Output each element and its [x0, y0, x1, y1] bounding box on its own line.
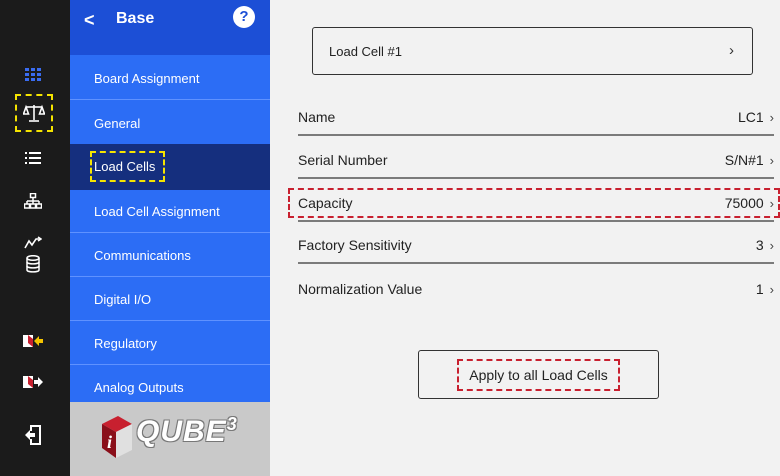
menu-item-general[interactable]: General: [70, 102, 270, 145]
help-icon[interactable]: ?: [233, 6, 255, 28]
property-value: S/N#1: [724, 152, 764, 168]
brand-logo: i QUBE3: [70, 402, 270, 476]
menu-item-label: Load Cells: [90, 151, 166, 182]
menu-item-communications[interactable]: Communications: [70, 234, 270, 277]
capacity-highlight: [288, 188, 780, 218]
property-value: 1: [755, 281, 764, 297]
chevron-right-icon: ›: [769, 237, 774, 253]
menu-item-label: Board Assignment: [94, 70, 200, 86]
property-label: Factory Sensitivity: [298, 237, 412, 253]
apply-to-all-label: Apply to all Load Cells: [457, 358, 620, 391]
icon-rail: [0, 0, 70, 476]
menu-title: Base: [116, 10, 155, 27]
apply-to-all-button[interactable]: Apply to all Load Cells: [418, 350, 659, 399]
property-row-normalization-value[interactable]: Normalization Value 1 ›: [298, 271, 774, 307]
settings-menu: < Base ? Board Assignment General Load C…: [70, 0, 270, 476]
network-icon[interactable]: [13, 186, 53, 216]
property-label: Serial Number: [298, 152, 388, 168]
menu-header: < Base ?: [70, 0, 270, 55]
back-chevron-icon[interactable]: <: [84, 11, 95, 29]
property-label: Name: [298, 109, 336, 125]
cube-logo-icon: i: [102, 416, 132, 458]
menu-item-board-assignment[interactable]: Board Assignment: [70, 57, 270, 100]
logo-wordmark: QUBE3: [136, 414, 238, 448]
menu-item-label: Regulatory: [94, 335, 157, 351]
svg-text:i: i: [107, 432, 112, 452]
property-label: Normalization Value: [298, 281, 423, 297]
scale-icon[interactable]: [15, 94, 53, 132]
logout-icon[interactable]: [13, 420, 53, 450]
property-row-serial-number[interactable]: Serial Number S/N#1 ›: [298, 143, 774, 179]
property-value: 3: [755, 237, 764, 253]
property-value: LC1: [737, 109, 764, 125]
menu-item-regulatory[interactable]: Regulatory: [70, 322, 270, 365]
menu-item-load-cells[interactable]: Load Cells: [70, 144, 270, 190]
menu-item-load-cell-assignment[interactable]: Load Cell Assignment: [70, 190, 270, 233]
load-cell-selector[interactable]: Load Cell #1 ›: [312, 27, 753, 75]
grid-icon[interactable]: [13, 60, 53, 90]
chevron-right-icon: ›: [769, 152, 774, 168]
menu-item-label: Digital I/O: [94, 291, 152, 307]
property-row-name[interactable]: Name LC1 ›: [298, 100, 774, 136]
menu-item-label: Communications: [94, 247, 191, 263]
menu-item-label: General: [94, 115, 141, 131]
menu-item-label: Load Cell Assignment: [94, 203, 220, 219]
content-panel: Load Cell #1 › Name LC1 › Serial Number S…: [270, 0, 780, 476]
import-icon[interactable]: [13, 326, 53, 356]
load-cell-selector-label: Load Cell #1: [329, 43, 402, 59]
list-icon[interactable]: [13, 143, 53, 173]
chevron-right-icon: ›: [769, 281, 774, 297]
menu-item-digital-io[interactable]: Digital I/O: [70, 278, 270, 321]
menu-item-label: Analog Outputs: [94, 380, 184, 395]
export-icon[interactable]: [13, 367, 53, 397]
chevron-right-icon: ›: [729, 42, 734, 59]
database-icon[interactable]: [13, 249, 53, 279]
chevron-right-icon: ›: [769, 109, 774, 125]
property-row-factory-sensitivity[interactable]: Factory Sensitivity 3 ›: [298, 228, 774, 264]
